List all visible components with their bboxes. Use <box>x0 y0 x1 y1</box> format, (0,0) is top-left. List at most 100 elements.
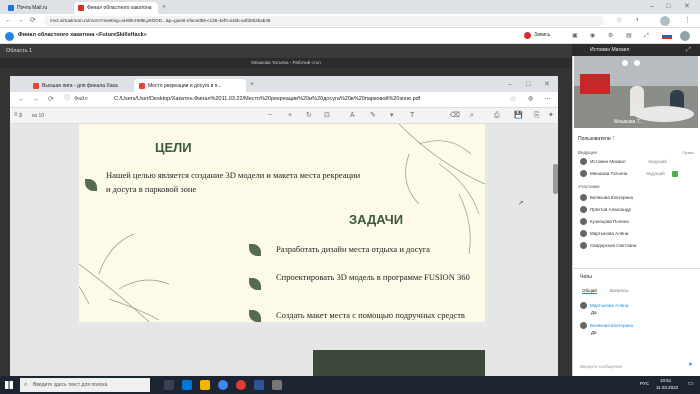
zoom-out-icon[interactable]: − <box>268 112 272 119</box>
page-number-input[interactable]: 3 <box>19 113 22 119</box>
camera-icon[interactable] <box>634 60 640 66</box>
app-icon[interactable] <box>272 380 282 390</box>
search-icon[interactable]: ⌕ <box>470 112 474 119</box>
record-label[interactable]: Запись <box>534 32 550 38</box>
yandex-icon[interactable] <box>236 380 246 390</box>
highlight-icon[interactable]: ▾ <box>390 112 394 119</box>
outer-url-field[interactable]: mv2.virtualroom.ru/room?meeting=aH80cHM6… <box>44 16 604 26</box>
app-header: Финал областного хакатона «FutureSkillsH… <box>0 28 700 44</box>
member-row[interactable]: Кузнецова Полина <box>580 218 629 225</box>
save-as-icon[interactable]: ⎘ <box>534 112 540 119</box>
zoom-in-icon[interactable]: + <box>288 112 292 119</box>
word-icon[interactable] <box>254 380 264 390</box>
app-logo-icon <box>5 32 14 41</box>
inner-back-icon[interactable]: ← <box>18 96 25 103</box>
clock-date[interactable]: 11.03.2022 <box>656 385 678 390</box>
member-row[interactable]: Свидерская Светлана <box>580 242 636 249</box>
toolbar-icon-3[interactable]: ⚙ <box>608 33 613 39</box>
toolbar-icon-4[interactable]: ▤ <box>626 33 632 39</box>
send-icon[interactable]: ➤ <box>688 362 693 368</box>
inner-tab-league[interactable]: Высшая лига - для финала Хака <box>28 79 132 92</box>
chat-tab-questions[interactable]: Вопросы <box>610 288 628 293</box>
forward-icon[interactable]: → <box>17 17 24 24</box>
participants-count: 7 <box>612 136 615 142</box>
minimize-icon[interactable]: – <box>650 3 654 10</box>
video-caption: Мешкова Т... <box>614 119 644 125</box>
file-info-icon[interactable]: ⓘ <box>64 96 70 102</box>
clock-time[interactable]: 10:51 <box>660 378 671 383</box>
pdf-scrollbar[interactable] <box>553 164 558 194</box>
edge-icon[interactable] <box>182 380 192 390</box>
pin-icon[interactable]: ✦ <box>548 112 554 119</box>
mic-icon[interactable] <box>622 60 628 66</box>
avatar <box>580 206 587 213</box>
chat-label: Чаты <box>580 274 592 280</box>
maximize-icon[interactable]: □ <box>666 3 670 10</box>
inner-star-icon[interactable]: ☆ <box>510 96 516 103</box>
inner-maximize-icon[interactable]: □ <box>526 81 530 88</box>
contents-icon[interactable]: ≡ <box>14 112 18 118</box>
inner-tab-pdf[interactable]: Место рекреации и досуга в п... <box>134 79 246 92</box>
windows-start-icon[interactable] <box>5 381 13 389</box>
outer-tab-hackathon[interactable]: Финал областного хакатона <box>74 2 158 14</box>
members-label: Участники <box>578 184 600 189</box>
inner-close-icon[interactable]: ✕ <box>544 81 550 88</box>
expand-video-icon[interactable]: ⤢ <box>686 47 691 53</box>
inner-new-tab-icon[interactable]: + <box>250 81 254 88</box>
taskbar-search[interactable]: Введите здесь текст для поиска <box>20 378 150 392</box>
chat-message: Белякова Екатерина <box>580 322 633 329</box>
back-icon[interactable]: ← <box>5 17 12 24</box>
extensions-icon[interactable]: ◐ <box>636 17 640 23</box>
reload-icon[interactable]: ⟳ <box>30 17 36 24</box>
chat-message-text: Да <box>591 330 597 335</box>
inner-profile-icon[interactable]: ◍ <box>528 96 533 102</box>
outer-tab-mail[interactable]: Почта Mail.ru <box>4 2 72 14</box>
inner-minimize-icon[interactable]: – <box>508 81 512 88</box>
video-feed: Мешкова Т... <box>574 56 698 128</box>
moderator-row[interactable]: Истомин Михаил ведущий <box>580 158 667 165</box>
chrome-icon[interactable] <box>218 380 228 390</box>
text-icon[interactable]: T <box>410 112 414 119</box>
close-icon[interactable]: ✕ <box>684 3 690 10</box>
file-label: Файл <box>74 96 88 102</box>
language-indicator[interactable]: РУС <box>640 381 649 386</box>
inner-reload-icon[interactable]: ⟳ <box>48 96 54 103</box>
task-item-1: Разработать дизайн места отдыха и досуга <box>276 244 430 254</box>
toolbar-icon-5[interactable]: ⤢ <box>644 33 649 39</box>
moderator-row[interactable]: Мешкова Татьяна ведущий <box>580 170 678 177</box>
chat-tab-general[interactable]: Общий <box>582 288 597 294</box>
language-flag-icon[interactable] <box>662 33 672 39</box>
star-icon[interactable]: ☆ <box>616 17 622 24</box>
toolbar-icon-2[interactable]: ◉ <box>590 33 595 39</box>
task-item-3: Создать макет места с помощью подручных … <box>276 310 465 320</box>
area-label: Область 1 <box>0 44 572 58</box>
save-icon[interactable]: 💾 <box>514 112 523 119</box>
notifications-icon[interactable]: ▭ <box>688 381 694 387</box>
page-total: из 10 <box>32 113 45 119</box>
toolbar-icon-1[interactable]: ▣ <box>572 33 578 39</box>
goals-heading: ЦЕЛИ <box>155 140 192 155</box>
member-row[interactable]: Белякова Екатерина <box>580 194 633 201</box>
fit-page-icon[interactable]: ⊡ <box>324 112 330 119</box>
inner-menu-icon[interactable]: ⋯ <box>544 96 551 103</box>
task-view-icon[interactable] <box>164 380 174 390</box>
mail-favicon-icon <box>8 5 14 11</box>
pdf-path-field[interactable]: C:/Users/User/Desktop/Хакатон.Финал%2011… <box>114 96 464 102</box>
record-icon[interactable] <box>524 32 531 39</box>
inner-forward-icon[interactable]: → <box>32 96 39 103</box>
member-row[interactable]: Мартынова Алёна <box>580 230 628 237</box>
chat-input[interactable]: Введите сообщение <box>580 364 680 369</box>
read-aloud-icon[interactable]: A <box>350 112 355 119</box>
draw-icon[interactable]: ✎ <box>370 112 376 119</box>
outer-tab-bar: Почта Mail.ru Финал областного хакатона … <box>0 0 700 14</box>
member-row[interactable]: Пряхтов Александр <box>580 206 631 213</box>
eraser-icon[interactable]: ⌫ <box>450 112 460 119</box>
mouse-cursor-icon: ➚ <box>518 200 524 207</box>
profile-avatar[interactable] <box>660 16 670 26</box>
explorer-icon[interactable] <box>200 380 210 390</box>
new-tab-icon[interactable]: + <box>162 4 166 11</box>
menu-icon[interactable]: ⋮ <box>684 17 691 24</box>
rotate-icon[interactable]: ↻ <box>306 112 312 119</box>
user-avatar[interactable] <box>680 31 690 41</box>
print-icon[interactable]: ⎙ <box>494 112 500 119</box>
